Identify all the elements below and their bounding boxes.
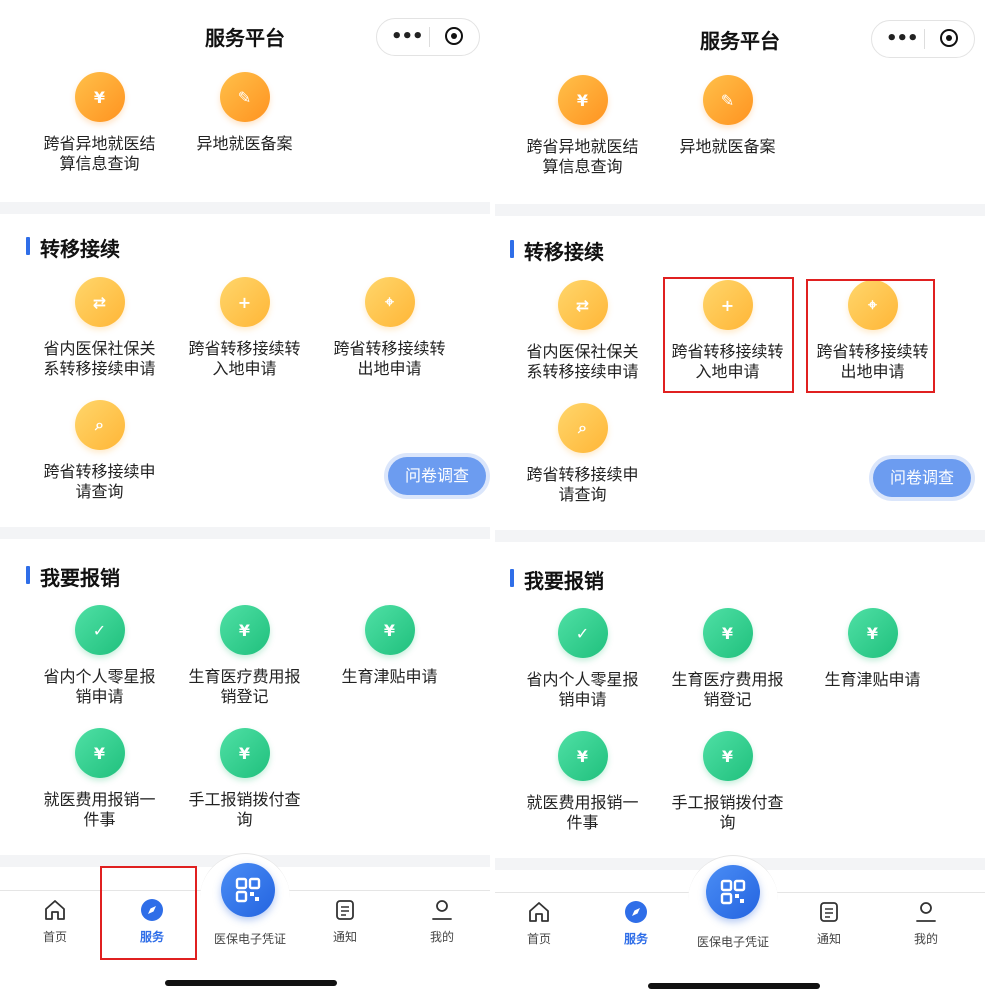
compass-icon	[623, 899, 649, 925]
service-item-settlement-query[interactable]: ¥ 跨省异地就医结 算信息查询	[32, 72, 167, 174]
yuan-coin-icon: ¥	[847, 608, 898, 658]
section-title-transfer: 转移接续	[26, 233, 120, 262]
search-hand-icon: ⌕	[557, 403, 608, 453]
transfer-document-icon: ⇄	[557, 280, 608, 330]
section-title-reimburse: 我要报销	[26, 562, 120, 591]
money-bag-icon: ¥	[702, 608, 753, 658]
service-item-maternity-medical[interactable]: ¥ 生育医疗费用报 销登记	[177, 605, 312, 707]
service-item-transfer-out[interactable]: ⌖ 跨省转移接续转 出地申请	[322, 277, 457, 379]
service-item-settlement-query[interactable]: ¥ 跨省异地就医结 算信息查询	[515, 75, 650, 177]
survey-button[interactable]: 问卷调查	[873, 459, 971, 497]
money-bag-icon: ¥	[219, 605, 270, 655]
service-item-manual-query[interactable]: ¥ 手工报销拨付查询	[177, 728, 312, 830]
miniprogram-capsule: •••	[871, 20, 975, 58]
yuan-chat-icon: ¥	[557, 731, 608, 781]
home-icon	[526, 899, 552, 925]
more-icon[interactable]: •••	[886, 30, 919, 48]
tab-notice[interactable]: 通知	[315, 897, 375, 945]
service-item-personal-reimburse[interactable]: ✓ 省内个人零星报 销申请	[32, 605, 167, 707]
qr-code-button[interactable]	[221, 863, 275, 917]
service-item-maternity-allowance[interactable]: ¥ 生育津贴申请	[805, 608, 940, 690]
section-divider	[495, 204, 985, 216]
section-title-reimburse: 我要报销	[510, 565, 604, 594]
tab-center-label[interactable]: 医保电子凭证	[678, 933, 788, 950]
notice-icon	[332, 897, 358, 923]
service-item-province-transfer[interactable]: ⇄ 省内医保社保关 系转移接续申请	[32, 277, 167, 379]
survey-button[interactable]: 问卷调查	[388, 457, 486, 495]
close-target-icon[interactable]	[940, 29, 958, 47]
edit-document-icon: ✎	[219, 72, 270, 122]
user-icon	[429, 897, 455, 923]
service-item-transfer-query[interactable]: ⌕ 跨省转移接续申 请查询	[32, 400, 167, 502]
service-item-personal-reimburse[interactable]: ✓ 省内个人零星报 销申请	[515, 608, 650, 710]
close-target-icon[interactable]	[445, 27, 463, 45]
tab-notice[interactable]: 通知	[799, 899, 859, 947]
service-item-manual-query[interactable]: ¥ 手工报销拨付查询	[660, 731, 795, 833]
service-item-one-thing[interactable]: ¥ 就医费用报销一 件事	[515, 731, 650, 833]
qr-code-icon	[235, 877, 261, 903]
miniprogram-capsule: •••	[376, 18, 480, 56]
transfer-in-icon: +	[219, 277, 270, 327]
qr-code-button[interactable]	[706, 865, 760, 919]
calendar-check-icon: ✓	[557, 608, 608, 658]
capsule-divider	[924, 29, 925, 49]
service-item-province-transfer[interactable]: ⇄ 省内医保社保关 系转移接续申请	[515, 280, 650, 382]
edit-document-icon: ✎	[702, 75, 753, 125]
home-indicator	[165, 980, 337, 986]
receipt-yuan-icon: ¥	[74, 72, 125, 122]
service-item-one-thing[interactable]: ¥ 就医费用报销一 件事	[32, 728, 167, 830]
section-divider	[0, 527, 490, 539]
tab-service[interactable]: 服务	[606, 899, 666, 947]
capsule-divider	[429, 27, 430, 47]
yuan-hand-icon: ¥	[219, 728, 270, 778]
receipt-yuan-icon: ¥	[557, 75, 608, 125]
calendar-check-icon: ✓	[74, 605, 125, 655]
tab-center-label[interactable]: 医保电子凭证	[195, 930, 305, 947]
service-item-maternity-medical[interactable]: ¥ 生育医疗费用报 销登记	[660, 608, 795, 710]
screen-right: 服务平台 ••• ¥ 跨省异地就医结 算信息查询 ✎ 异地就医备案 转移接续 ⇄ …	[495, 0, 985, 1000]
highlight-box-transfer-out	[806, 279, 935, 393]
home-indicator	[648, 983, 820, 989]
qr-code-icon	[720, 879, 746, 905]
highlight-box-transfer-in	[663, 277, 794, 393]
service-item-transfer-in[interactable]: + 跨省转移接续转 入地申请	[177, 277, 312, 379]
transfer-document-icon: ⇄	[74, 277, 125, 327]
notice-icon	[816, 899, 842, 925]
tab-mine[interactable]: 我的	[896, 899, 956, 947]
service-item-maternity-allowance[interactable]: ¥ 生育津贴申请	[322, 605, 457, 687]
section-divider	[0, 202, 490, 214]
yuan-chat-icon: ¥	[74, 728, 125, 778]
tab-home[interactable]: 首页	[509, 899, 569, 947]
home-icon	[42, 897, 68, 923]
tab-mine[interactable]: 我的	[412, 897, 472, 945]
service-item-filing[interactable]: ✎ 异地就医备案	[660, 75, 795, 157]
tab-home[interactable]: 首页	[25, 897, 85, 945]
service-item-transfer-query[interactable]: ⌕ 跨省转移接续申 请查询	[515, 403, 650, 505]
search-hand-icon: ⌕	[74, 400, 125, 450]
section-title-transfer: 转移接续	[510, 236, 604, 265]
section-divider	[495, 530, 985, 542]
more-icon[interactable]: •••	[391, 28, 424, 46]
yuan-coin-icon: ¥	[364, 605, 415, 655]
location-out-icon: ⌖	[364, 277, 415, 327]
highlight-box-service-tab	[100, 866, 197, 960]
yuan-hand-icon: ¥	[702, 731, 753, 781]
screen-left: 服务平台 ••• ¥ 跨省异地就医结 算信息查询 ✎ 异地就医备案 转移接续 ⇄ …	[0, 0, 490, 1000]
user-icon	[913, 899, 939, 925]
service-item-filing[interactable]: ✎ 异地就医备案	[177, 72, 312, 154]
